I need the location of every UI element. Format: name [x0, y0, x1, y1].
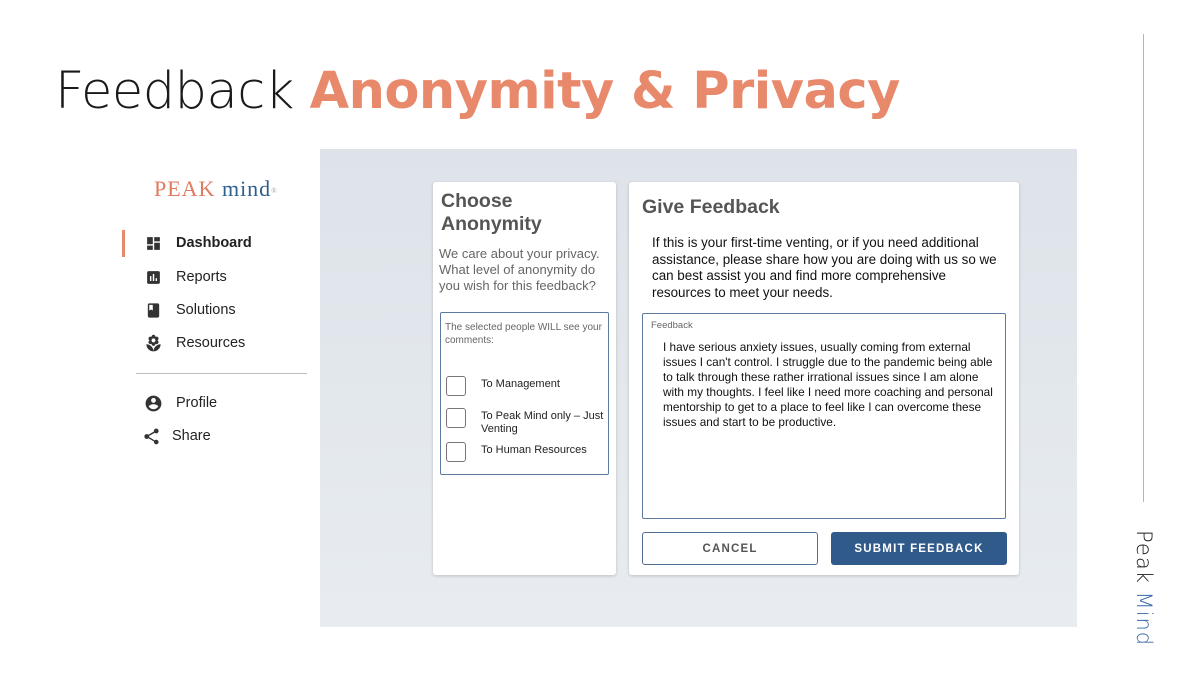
checkbox[interactable]	[446, 376, 466, 396]
feedback-field-label: Feedback	[651, 320, 693, 331]
sidebar-item-label: Reports	[176, 269, 227, 285]
vertical-brand-part2: Mind	[1132, 591, 1156, 647]
dashboard-icon	[143, 233, 163, 253]
sidebar-item-reports[interactable]: Reports	[143, 265, 227, 289]
option-label: To Management	[481, 378, 560, 390]
slide-title: Feedback Anonymity & Privacy	[55, 62, 900, 121]
book-icon	[143, 300, 163, 320]
lotus-icon	[143, 333, 163, 353]
slide-title-part2: Anonymity & Privacy	[309, 62, 901, 121]
option-management[interactable]: To Management	[446, 376, 606, 396]
anonymity-description: We care about your privacy. What level o…	[439, 246, 600, 293]
feedback-field-value[interactable]: I have serious anxiety issues, usually c…	[663, 340, 993, 430]
sidebar-item-label: Dashboard	[176, 235, 252, 251]
feedback-intro: If this is your first-time venting, or i…	[652, 235, 997, 300]
sidebar-divider	[136, 373, 307, 374]
sidebar-item-solutions[interactable]: Solutions	[143, 298, 236, 322]
anonymity-note: The selected people WILL see your commen…	[445, 322, 602, 346]
feedback-textarea[interactable]: Feedback I have serious anxiety issues, …	[642, 313, 1006, 519]
anonymity-options-box: The selected people WILL see your commen…	[440, 312, 609, 475]
vertical-brand-part1: Peak	[1132, 530, 1156, 592]
logo-part2: mind	[221, 176, 272, 201]
feedback-title: Give Feedback	[642, 196, 780, 218]
app-logo[interactable]: PEAK mind®	[154, 176, 278, 202]
active-nav-indicator	[122, 230, 125, 257]
option-human-resources[interactable]: To Human Resources	[446, 442, 606, 462]
sidebar-item-label: Share	[172, 428, 211, 444]
vertical-brand: Peak Mind	[1128, 530, 1158, 647]
vertical-divider	[1143, 34, 1144, 502]
sidebar-item-label: Profile	[176, 395, 218, 411]
option-label: To Human Resources	[481, 444, 587, 456]
option-label: To Peak Mind only – Just Venting	[481, 410, 604, 435]
cancel-button[interactable]: CANCEL	[642, 532, 818, 565]
logo-part1: PEAK	[154, 176, 222, 201]
anonymity-title: Choose Anonymity	[441, 190, 542, 235]
feedback-card: Give Feedback If this is your first-time…	[629, 182, 1019, 575]
bar-chart-icon	[143, 267, 163, 287]
sidebar-item-label: Solutions	[176, 302, 236, 318]
slide-title-part1: Feedback	[55, 62, 310, 121]
anonymity-card: Choose Anonymity We care about your priv…	[433, 182, 616, 575]
checkbox[interactable]	[446, 442, 466, 462]
sidebar-item-share[interactable]: Share	[141, 424, 211, 448]
sidebar-item-dashboard[interactable]: Dashboard	[143, 231, 252, 255]
sidebar-item-profile[interactable]: Profile	[143, 391, 217, 415]
sidebar-item-resources[interactable]: Resources	[143, 331, 245, 355]
option-peak-mind-only[interactable]: To Peak Mind only – Just Venting	[446, 408, 606, 436]
logo-mark: ®	[271, 186, 278, 195]
account-circle-icon	[143, 393, 163, 413]
submit-feedback-button[interactable]: SUBMIT FEEDBACK	[831, 532, 1007, 565]
checkbox[interactable]	[446, 408, 466, 428]
share-icon	[141, 426, 161, 446]
sidebar-item-label: Resources	[176, 335, 246, 351]
